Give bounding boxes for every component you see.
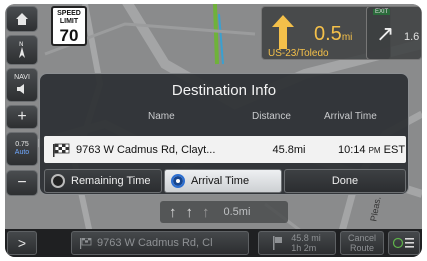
done-button[interactable]: Done [284, 169, 406, 193]
speed-limit-sign: SPEED LIMIT 70 [51, 6, 87, 46]
speed-limit-caption: SPEED LIMIT [57, 10, 81, 25]
trip-summary[interactable]: 45.8 mi 1h 2m [258, 231, 336, 255]
exit-label: EXIT [373, 9, 391, 15]
speaker-icon [17, 84, 24, 94]
lane-straight-icon: ↑ [202, 203, 210, 221]
remaining-time-label: Remaining Time [71, 175, 151, 187]
arrival-time-value: 10:14 [338, 143, 366, 156]
cancel-route-line1: Cancel [347, 233, 376, 243]
home-button[interactable] [6, 6, 38, 32]
dialog-options: Remaining Time Arrival Time Done [44, 169, 406, 193]
dialog-title: Destination Info [171, 82, 277, 99]
lane-straight-icon: ↑ [185, 203, 194, 221]
checkered-flag-icon [53, 143, 70, 157]
cancel-route-line2: Route [349, 243, 375, 253]
remaining-time-option[interactable]: Remaining Time [44, 169, 162, 193]
destination-button[interactable]: 9763 W Cadmus Rd, Cl [71, 231, 249, 255]
column-name: Name [148, 111, 175, 122]
speed-limit-value: 70 [59, 26, 79, 45]
scale-value: 0.75 [15, 141, 29, 148]
compass-button[interactable]: N [6, 35, 38, 65]
next-turn-road: US-23/Toledo [268, 48, 329, 59]
radio-unselected-icon [51, 174, 65, 188]
column-arrival-time: Arrival Time [324, 111, 377, 122]
trip-time: 1h 2m [291, 243, 317, 253]
trip-stats: 45.8 mi 1h 2m [291, 233, 321, 253]
lane-straight-icon: ↑ [169, 203, 177, 221]
straight-arrow-icon [272, 15, 294, 49]
minus-icon: − [17, 174, 27, 191]
zoom-in-button[interactable]: + [6, 105, 38, 129]
next-turn-distance: 0.5mi [314, 23, 352, 46]
chevron-right-icon: > [17, 235, 27, 251]
navi-label: NAVI [14, 74, 30, 81]
destination-distance: 45.8mi [272, 143, 306, 156]
destination-row[interactable]: 9763 W Cadmus Rd, Clayt... 45.8mi 10:14 … [44, 136, 406, 163]
lane-guidance: ↑ ↑ ↑ 0.5mi [160, 201, 288, 223]
menu-expand-button[interactable]: > [7, 231, 37, 255]
svg-text:N: N [19, 41, 24, 48]
trip-distance: 45.8 mi [291, 233, 321, 243]
lane-distance: 0.5mi [223, 206, 251, 218]
destination-info-dialog: Destination Info Name Distance Arrival T… [39, 73, 409, 195]
home-icon [16, 13, 28, 25]
arrival-time-ampm: PM [368, 145, 381, 155]
done-label: Done [331, 175, 359, 187]
next-turn-distance-value: 0.5 [314, 23, 342, 45]
navi-volume-button[interactable]: NAVI [6, 68, 38, 102]
column-distance: Distance [252, 111, 291, 122]
zoom-out-button[interactable]: − [6, 170, 38, 196]
auto-label: Auto [14, 149, 30, 156]
arrival-time-zone: EST [383, 143, 406, 156]
navigation-screen: N NAVI + 0.75 Auto − SPEED LIMIT 70 0.5m… [5, 4, 422, 257]
cancel-route-button[interactable]: Cancel Route [340, 231, 384, 255]
arrival-time-option[interactable]: Arrival Time [164, 169, 282, 193]
exit-distance: 1.6 [404, 31, 420, 43]
next-turn-distance-unit: mi [341, 32, 353, 43]
exit-panel: EXIT ↗ 1.6 [366, 6, 422, 60]
bottom-destination-name: 9763 W Cadmus Rd, Cl [97, 237, 213, 249]
bottom-bar: > 9763 W Cadmus Rd, Cl 45.8 mi 1h 2m Can… [5, 229, 422, 257]
destination-arrival-time: 10:14 PM EST [338, 144, 405, 156]
checkered-flag-icon [80, 237, 92, 249]
destination-name: 9763 W Cadmus Rd, Clayt... [76, 143, 216, 156]
flag-icon [273, 236, 283, 250]
compass-icon: N [19, 41, 25, 58]
scale-auto-button[interactable]: 0.75 Auto [6, 132, 38, 166]
plus-icon: + [17, 108, 27, 125]
options-menu-button[interactable] [388, 231, 420, 255]
radio-selected-icon [171, 174, 185, 188]
arrival-time-label: Arrival Time [191, 175, 250, 187]
menu-icon [393, 237, 414, 249]
exit-right-arrow-icon: ↗ [376, 21, 395, 46]
